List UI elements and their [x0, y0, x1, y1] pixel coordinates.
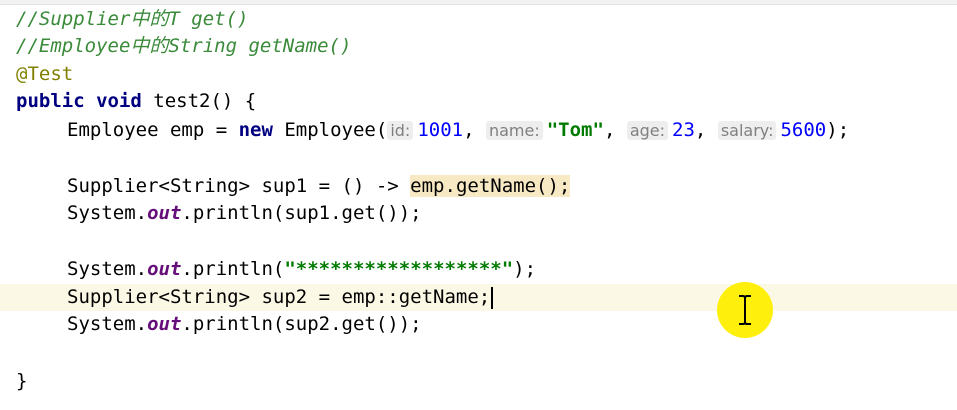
code-line-print-sup1[interactable]: System.out.println(sup1.get()); — [0, 200, 957, 227]
println-sup2: .println(sup2.get()); — [181, 313, 422, 335]
keyword-void: void — [96, 90, 142, 112]
static-out: out — [147, 313, 182, 335]
param-hint-name: name: — [485, 121, 543, 140]
emp-reference: emp — [410, 175, 445, 197]
code-line-comment-supplier[interactable]: //Supplier中的T get() — [0, 6, 957, 33]
arg-id: 1001 — [417, 119, 464, 141]
test-annotation: @Test — [16, 63, 74, 85]
param-hint-id: id: — [387, 121, 414, 140]
print-stars: System.out.println("******************")… — [67, 256, 536, 283]
static-out: out — [147, 202, 182, 224]
arg-separator: , — [694, 119, 718, 141]
print-sup2: System.out.println(sup2.get()); — [67, 311, 422, 338]
constructor-call: Employee( — [272, 119, 388, 141]
code-line-sup2-method-ref[interactable]: Supplier<String> sup2 = emp::getName; — [0, 284, 957, 311]
println-call: .println( — [181, 258, 285, 280]
sup1-lambda: Supplier<String> sup1 = () -> emp.getNam… — [67, 173, 571, 200]
arg-separator: , — [463, 119, 486, 141]
comment-employee: //Employee中的String getName() — [16, 35, 352, 57]
text-caret — [491, 286, 494, 309]
code-line-employee-new[interactable]: Employee emp = new Employee(id: 1001, nam… — [0, 117, 957, 144]
keyword-new: new — [238, 119, 273, 141]
system-class: System. — [67, 258, 148, 280]
emp-highlight: emp.getName(); — [410, 175, 571, 197]
param-hint-salary: salary: — [717, 121, 777, 140]
static-out: out — [147, 258, 182, 280]
i-beam-icon — [739, 295, 751, 325]
statement-end: ); — [826, 119, 850, 141]
stars-string: "******************" — [284, 258, 514, 280]
println-sup1: .println(sup1.get()); — [181, 202, 422, 224]
code-line-print-sup2[interactable]: System.out.println(sup2.get()); — [0, 311, 957, 338]
system-class: System. — [67, 202, 148, 224]
statement-end: ); — [513, 258, 537, 280]
closing-brace: } — [16, 370, 28, 392]
arg-name: "Tom" — [546, 119, 604, 141]
arg-age: 23 — [672, 119, 695, 141]
keyword-public: public — [16, 90, 85, 112]
print-sup1: System.out.println(sup1.get()); — [67, 200, 422, 227]
code-line-sup1-lambda[interactable]: Supplier<String> sup1 = () -> emp.getNam… — [0, 173, 957, 200]
comment-supplier: //Supplier中的T get() — [16, 8, 249, 30]
arg-separator: , — [603, 119, 627, 141]
code-line-annotation[interactable]: @Test — [0, 61, 957, 88]
code-line-method-signature[interactable]: public void test2() { — [0, 88, 957, 115]
sup1-declaration: Supplier<String> sup1 = () -> — [67, 175, 411, 197]
sup2-declaration: Supplier<String> sup2 = emp::getName; — [67, 286, 491, 308]
sup2-method-ref: Supplier<String> sup2 = emp::getName; — [67, 284, 494, 311]
code-editor[interactable]: //Supplier中的T get() //Employee中的String g… — [0, 0, 957, 410]
code-line-print-stars[interactable]: System.out.println("******************")… — [0, 256, 957, 283]
arg-salary: 5600 — [780, 119, 827, 141]
code-line-closing-brace[interactable]: } — [0, 368, 957, 395]
param-hint-age: age: — [626, 121, 669, 140]
system-class: System. — [67, 313, 148, 335]
employee-construction: Employee emp = new Employee(id: 1001, nam… — [67, 117, 849, 144]
method-name: test2() { — [141, 90, 257, 112]
employee-declaration: Employee emp = — [67, 119, 239, 141]
editor-top-border — [0, 0, 957, 5]
method-signature: public void test2() { — [16, 88, 256, 115]
code-line-comment-employee[interactable]: //Employee中的String getName() — [0, 33, 957, 60]
get-name-call: .getName(); — [444, 175, 571, 197]
